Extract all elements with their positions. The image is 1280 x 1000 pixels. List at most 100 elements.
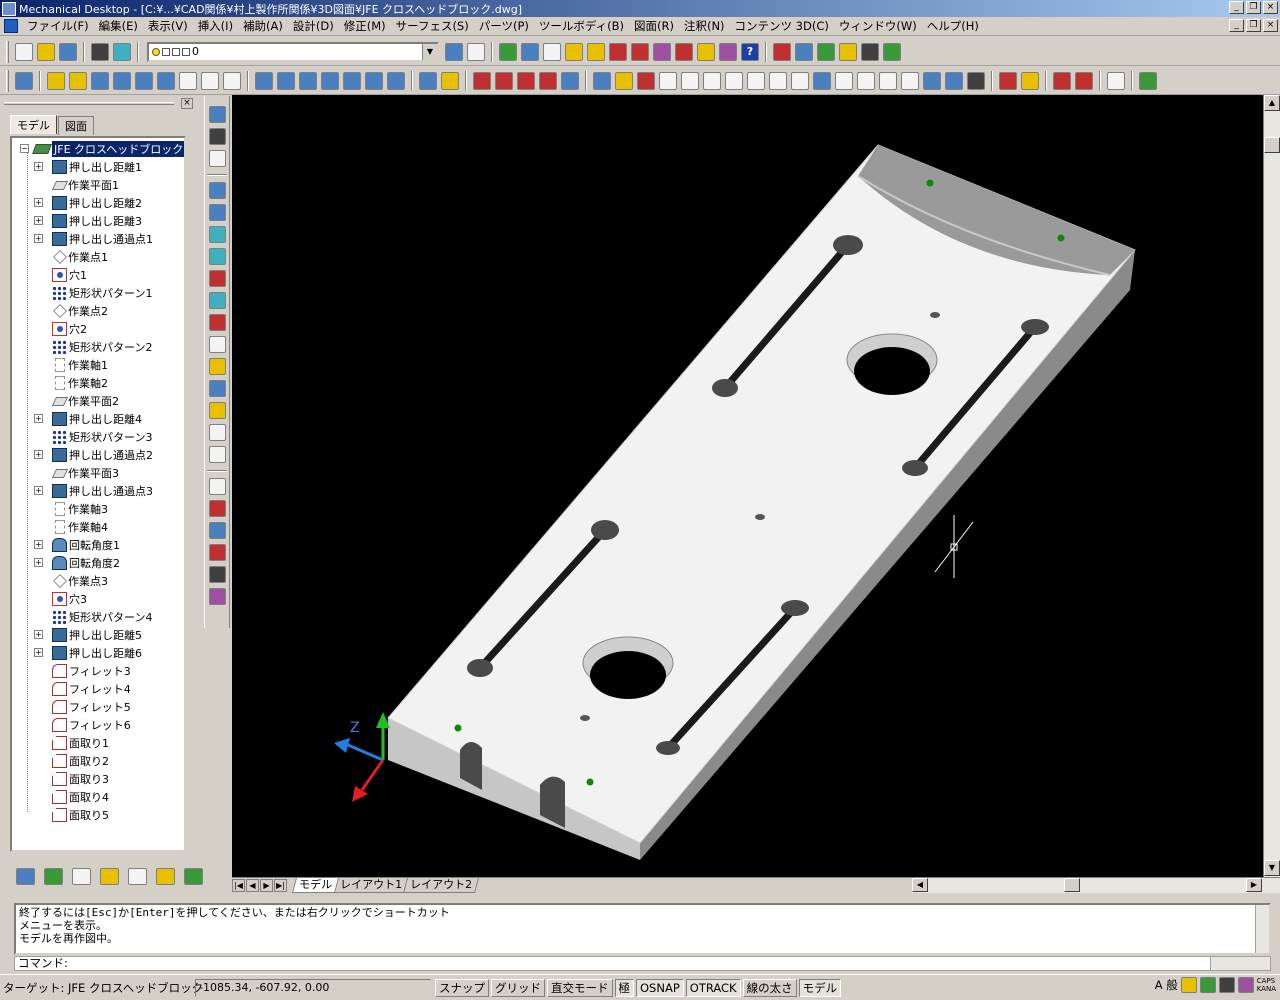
snap-extension-icon[interactable] bbox=[923, 71, 941, 90]
tree-item[interactable]: + 押し出し距離4 bbox=[34, 410, 142, 428]
next-tab-button[interactable]: ▶ bbox=[260, 879, 273, 892]
viewport-horizontal-scrollbar[interactable]: ◀ ▶ bbox=[912, 878, 1280, 893]
tree-item[interactable]: 穴1 bbox=[34, 266, 87, 284]
command-scrollbar[interactable] bbox=[1255, 905, 1269, 953]
lineweight-toggle[interactable]: 線の太さ bbox=[742, 978, 797, 997]
tree-item[interactable]: + 押し出し通過点3 bbox=[34, 482, 153, 500]
offset-icon[interactable] bbox=[299, 71, 317, 90]
preferences-icon[interactable] bbox=[1139, 71, 1157, 90]
expand-icon[interactable]: + bbox=[34, 486, 43, 495]
snap-parallel-icon[interactable] bbox=[813, 71, 831, 90]
tree-root[interactable]: − JFE クロスヘッドブロック bbox=[20, 140, 184, 158]
view-icon[interactable] bbox=[593, 71, 611, 90]
tree-item[interactable]: 矩形状パターン3 bbox=[34, 428, 152, 446]
dimension-style-icon[interactable] bbox=[999, 71, 1017, 90]
part-browser-icon[interactable] bbox=[72, 868, 91, 885]
tree-item[interactable]: フィレット4 bbox=[34, 680, 131, 698]
layer-dropdown[interactable]: 0 ▼ bbox=[147, 41, 439, 62]
snap-midpoint-icon[interactable] bbox=[769, 71, 787, 90]
tree-item[interactable]: 矩形状パターン2 bbox=[34, 338, 152, 356]
collapse-icon[interactable]: − bbox=[20, 144, 29, 153]
tree-item[interactable]: 作業軸4 bbox=[34, 518, 108, 536]
measure-icon[interactable] bbox=[697, 42, 715, 61]
shade-icon[interactable] bbox=[208, 588, 226, 605]
tree-item[interactable]: 穴3 bbox=[34, 590, 87, 608]
refresh-icon[interactable] bbox=[184, 868, 203, 885]
warning-icon[interactable] bbox=[47, 71, 65, 90]
undo-icon[interactable] bbox=[445, 42, 463, 61]
tree-item[interactable]: 面取り3 bbox=[34, 770, 109, 788]
first-tab-button[interactable]: |◀ bbox=[232, 879, 245, 892]
part-icon[interactable] bbox=[773, 42, 791, 61]
mirror-icon[interactable] bbox=[277, 71, 295, 90]
tree-item[interactable]: 作業平面1 bbox=[34, 176, 119, 194]
polyline-icon[interactable] bbox=[135, 71, 153, 90]
zoom-icon[interactable] bbox=[521, 42, 539, 61]
polar-toggle[interactable]: 極 bbox=[614, 978, 634, 997]
table-driven-icon[interactable] bbox=[208, 566, 226, 583]
tree-item[interactable]: フィレット5 bbox=[34, 698, 131, 716]
minimize-button[interactable]: _ bbox=[1229, 1, 1244, 14]
prev-tab-button[interactable]: ◀ bbox=[246, 879, 259, 892]
scroll-up-icon[interactable]: ▲ bbox=[1264, 95, 1280, 111]
doc-minimize-button[interactable]: _ bbox=[1229, 19, 1244, 32]
tree-item[interactable]: 作業軸2 bbox=[34, 374, 108, 392]
tab-layout1[interactable]: レイアウト1 bbox=[332, 878, 410, 893]
parts-list-icon[interactable] bbox=[1075, 71, 1093, 90]
circle-icon[interactable] bbox=[223, 71, 241, 90]
layers-icon[interactable] bbox=[113, 42, 131, 61]
ortho-toggle[interactable]: 直交モード bbox=[547, 978, 613, 997]
ime-tool-icon[interactable] bbox=[1180, 977, 1197, 993]
expand-icon[interactable]: + bbox=[34, 558, 43, 567]
book-icon[interactable] bbox=[473, 71, 491, 90]
menu-drawing[interactable]: 図面(R) bbox=[629, 18, 679, 34]
tree-item[interactable]: 作業軸3 bbox=[34, 500, 108, 518]
render-icon[interactable] bbox=[653, 42, 671, 61]
expand-icon[interactable]: + bbox=[34, 630, 43, 639]
snap-center-icon[interactable] bbox=[681, 71, 699, 90]
tree-item[interactable]: + 押し出し距離3 bbox=[34, 212, 142, 230]
extrude-tool-icon[interactable] bbox=[208, 226, 226, 243]
tree-item[interactable]: + 回転角度1 bbox=[34, 536, 120, 554]
menu-insert[interactable]: 挿入(I) bbox=[193, 18, 238, 34]
scroll-left-icon[interactable]: ◀ bbox=[912, 878, 928, 892]
section-icon[interactable] bbox=[615, 71, 633, 90]
balloon-icon[interactable] bbox=[539, 71, 557, 90]
menu-window[interactable]: ウィンドウ(W) bbox=[834, 18, 922, 34]
tree-item[interactable]: 面取り5 bbox=[34, 806, 109, 824]
otrack-toggle[interactable]: OTRACK bbox=[685, 978, 741, 997]
doc-restore-button[interactable]: ❐ bbox=[1246, 19, 1261, 32]
combine-icon[interactable] bbox=[208, 500, 226, 517]
menu-surface[interactable]: サーフェス(S) bbox=[391, 18, 474, 34]
menu-file[interactable]: ファイル(F) bbox=[22, 18, 94, 34]
last-tab-button[interactable]: ▶| bbox=[274, 879, 287, 892]
model-viewport[interactable]: Z bbox=[232, 95, 1263, 877]
expand-icon[interactable]: + bbox=[34, 540, 43, 549]
new-part-icon[interactable] bbox=[208, 106, 226, 123]
split-icon[interactable] bbox=[208, 522, 226, 539]
osnap-toggle[interactable]: OSNAP bbox=[636, 978, 684, 997]
tools-icon[interactable] bbox=[208, 128, 226, 145]
snap-quadrant-icon[interactable] bbox=[703, 71, 721, 90]
constraints-icon[interactable] bbox=[208, 204, 226, 221]
tab-layout2[interactable]: レイアウト2 bbox=[402, 878, 480, 893]
copy-icon[interactable] bbox=[255, 71, 273, 90]
dimension-icon[interactable] bbox=[631, 42, 649, 61]
tree-item[interactable]: + 押し出し距離6 bbox=[34, 644, 142, 662]
scroll-thumb[interactable] bbox=[1064, 878, 1080, 892]
snap-insert-icon[interactable] bbox=[835, 71, 853, 90]
grid-icon[interactable] bbox=[543, 42, 561, 61]
pan-icon[interactable] bbox=[499, 42, 517, 61]
profile-sketch-icon[interactable] bbox=[208, 182, 226, 199]
annotation-icon[interactable] bbox=[1021, 71, 1039, 90]
snap-toggle[interactable]: スナップ bbox=[435, 978, 489, 997]
explode-icon[interactable] bbox=[675, 42, 693, 61]
doc-close-button[interactable]: × bbox=[1263, 19, 1278, 32]
tree-item[interactable]: 作業点2 bbox=[34, 302, 108, 320]
chamfer-tool-icon[interactable] bbox=[208, 380, 226, 397]
rectangle-icon[interactable] bbox=[179, 71, 197, 90]
pencil-icon[interactable] bbox=[419, 71, 437, 90]
tab-model[interactable]: モデル bbox=[10, 115, 57, 134]
tree-item[interactable]: 作業平面3 bbox=[34, 464, 119, 482]
tree-item[interactable]: 面取り1 bbox=[34, 734, 109, 752]
